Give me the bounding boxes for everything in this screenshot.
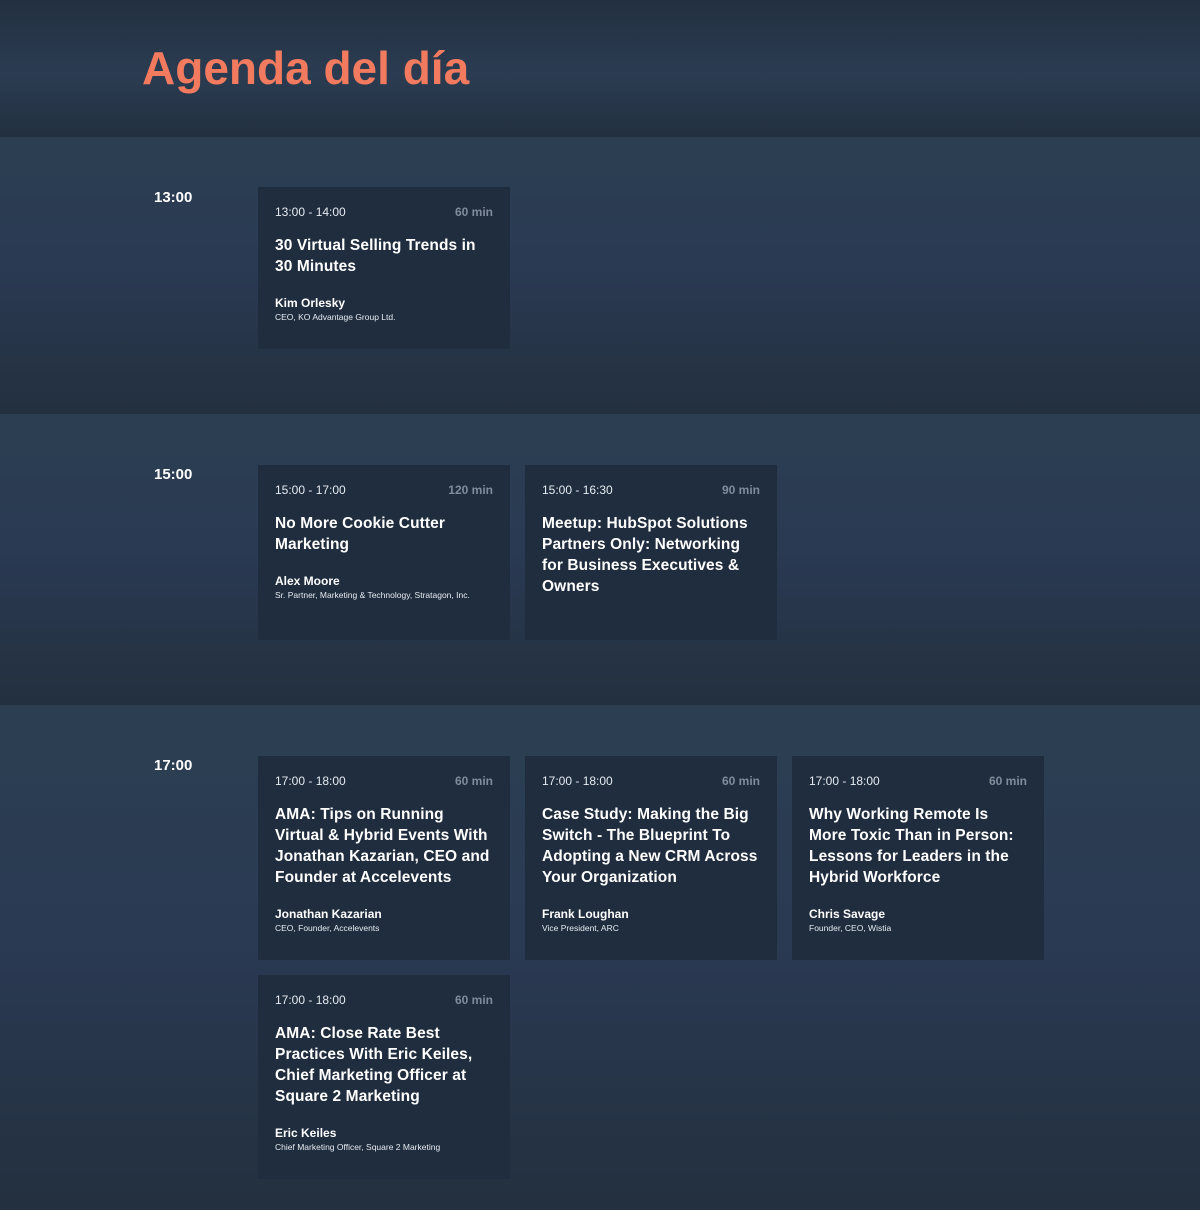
speaker-name: Kim Orlesky bbox=[275, 296, 346, 310]
time-block-1300: 13:00 13:00 - 14:00 60 min 30 Virtual Se… bbox=[0, 137, 1200, 414]
time-block-1500: 15:00 15:00 - 17:00 120 min No More Cook… bbox=[0, 414, 1200, 705]
session-time-range: 17:00 - 18:00 bbox=[542, 774, 613, 788]
speaker-role: CEO, Founder, Accelevents bbox=[275, 923, 380, 933]
session-duration: 60 min bbox=[454, 774, 493, 788]
speaker-role: CEO, KO Advantage Group Ltd. bbox=[275, 312, 396, 322]
page-title: Agenda del día bbox=[142, 42, 470, 94]
session-card[interactable]: 13:00 - 14:00 60 min 30 Virtual Selling … bbox=[258, 187, 510, 349]
page-header: Agenda del día bbox=[0, 0, 1200, 137]
session-duration: 60 min bbox=[454, 205, 493, 219]
speaker-name: Eric Keiles bbox=[275, 1126, 337, 1140]
speaker-name: Jonathan Kazarian bbox=[275, 907, 382, 921]
session-time-range: 17:00 - 18:00 bbox=[275, 774, 346, 788]
session-card[interactable]: 15:00 - 16:30 90 min Meetup: HubSpot Sol… bbox=[525, 465, 777, 640]
speaker-name: Alex Moore bbox=[275, 574, 340, 588]
session-title: No More Cookie Cutter Marketing bbox=[275, 515, 446, 553]
time-block-1700: 17:00 17:00 - 18:00 60 min AMA: Tips on … bbox=[0, 705, 1200, 1210]
speaker-name: Frank Loughan bbox=[542, 907, 629, 921]
session-card[interactable]: 17:00 - 18:00 60 min AMA: Tips on Runnin… bbox=[258, 756, 510, 960]
session-title: Why Working Remote Is More Toxic Than in… bbox=[809, 806, 1014, 886]
session-duration: 60 min bbox=[988, 774, 1027, 788]
time-label: 15:00 bbox=[154, 466, 193, 483]
session-card[interactable]: 17:00 - 18:00 60 min AMA: Close Rate Bes… bbox=[258, 975, 510, 1179]
session-title: 30 Virtual Selling Trends in 30 Minutes bbox=[275, 237, 476, 275]
time-label: 17:00 bbox=[154, 757, 193, 774]
session-card[interactable]: 17:00 - 18:00 60 min Case Study: Making … bbox=[525, 756, 777, 960]
session-time-range: 15:00 - 17:00 bbox=[275, 483, 346, 497]
speaker-role: Sr. Partner, Marketing & Technology, Str… bbox=[275, 590, 470, 600]
session-duration: 120 min bbox=[448, 483, 493, 497]
session-card[interactable]: 15:00 - 17:00 120 min No More Cookie Cut… bbox=[258, 465, 510, 640]
session-time-range: 13:00 - 14:00 bbox=[275, 205, 346, 219]
session-duration: 90 min bbox=[721, 483, 760, 497]
speaker-role: Chief Marketing Officer, Square 2 Market… bbox=[275, 1142, 441, 1152]
session-time-range: 17:00 - 18:00 bbox=[275, 993, 346, 1007]
speaker-name: Chris Savage bbox=[809, 907, 886, 921]
speaker-role: Founder, CEO, Wistia bbox=[809, 923, 892, 933]
session-card[interactable]: 17:00 - 18:00 60 min Why Working Remote … bbox=[792, 756, 1044, 960]
session-time-range: 17:00 - 18:00 bbox=[809, 774, 880, 788]
session-title: Case Study: Making the Big Switch - The … bbox=[542, 806, 758, 886]
session-title: AMA: Close Rate Best Practices With Eric… bbox=[275, 1025, 473, 1105]
session-duration: 60 min bbox=[454, 993, 493, 1007]
session-title: Meetup: HubSpot Solutions Partners Only:… bbox=[542, 515, 748, 595]
time-label: 13:00 bbox=[154, 189, 193, 206]
session-title: AMA: Tips on Running Virtual & Hybrid Ev… bbox=[275, 806, 490, 886]
session-duration: 60 min bbox=[721, 774, 760, 788]
speaker-role: Vice President, ARC bbox=[542, 923, 619, 933]
session-time-range: 15:00 - 16:30 bbox=[542, 483, 613, 497]
